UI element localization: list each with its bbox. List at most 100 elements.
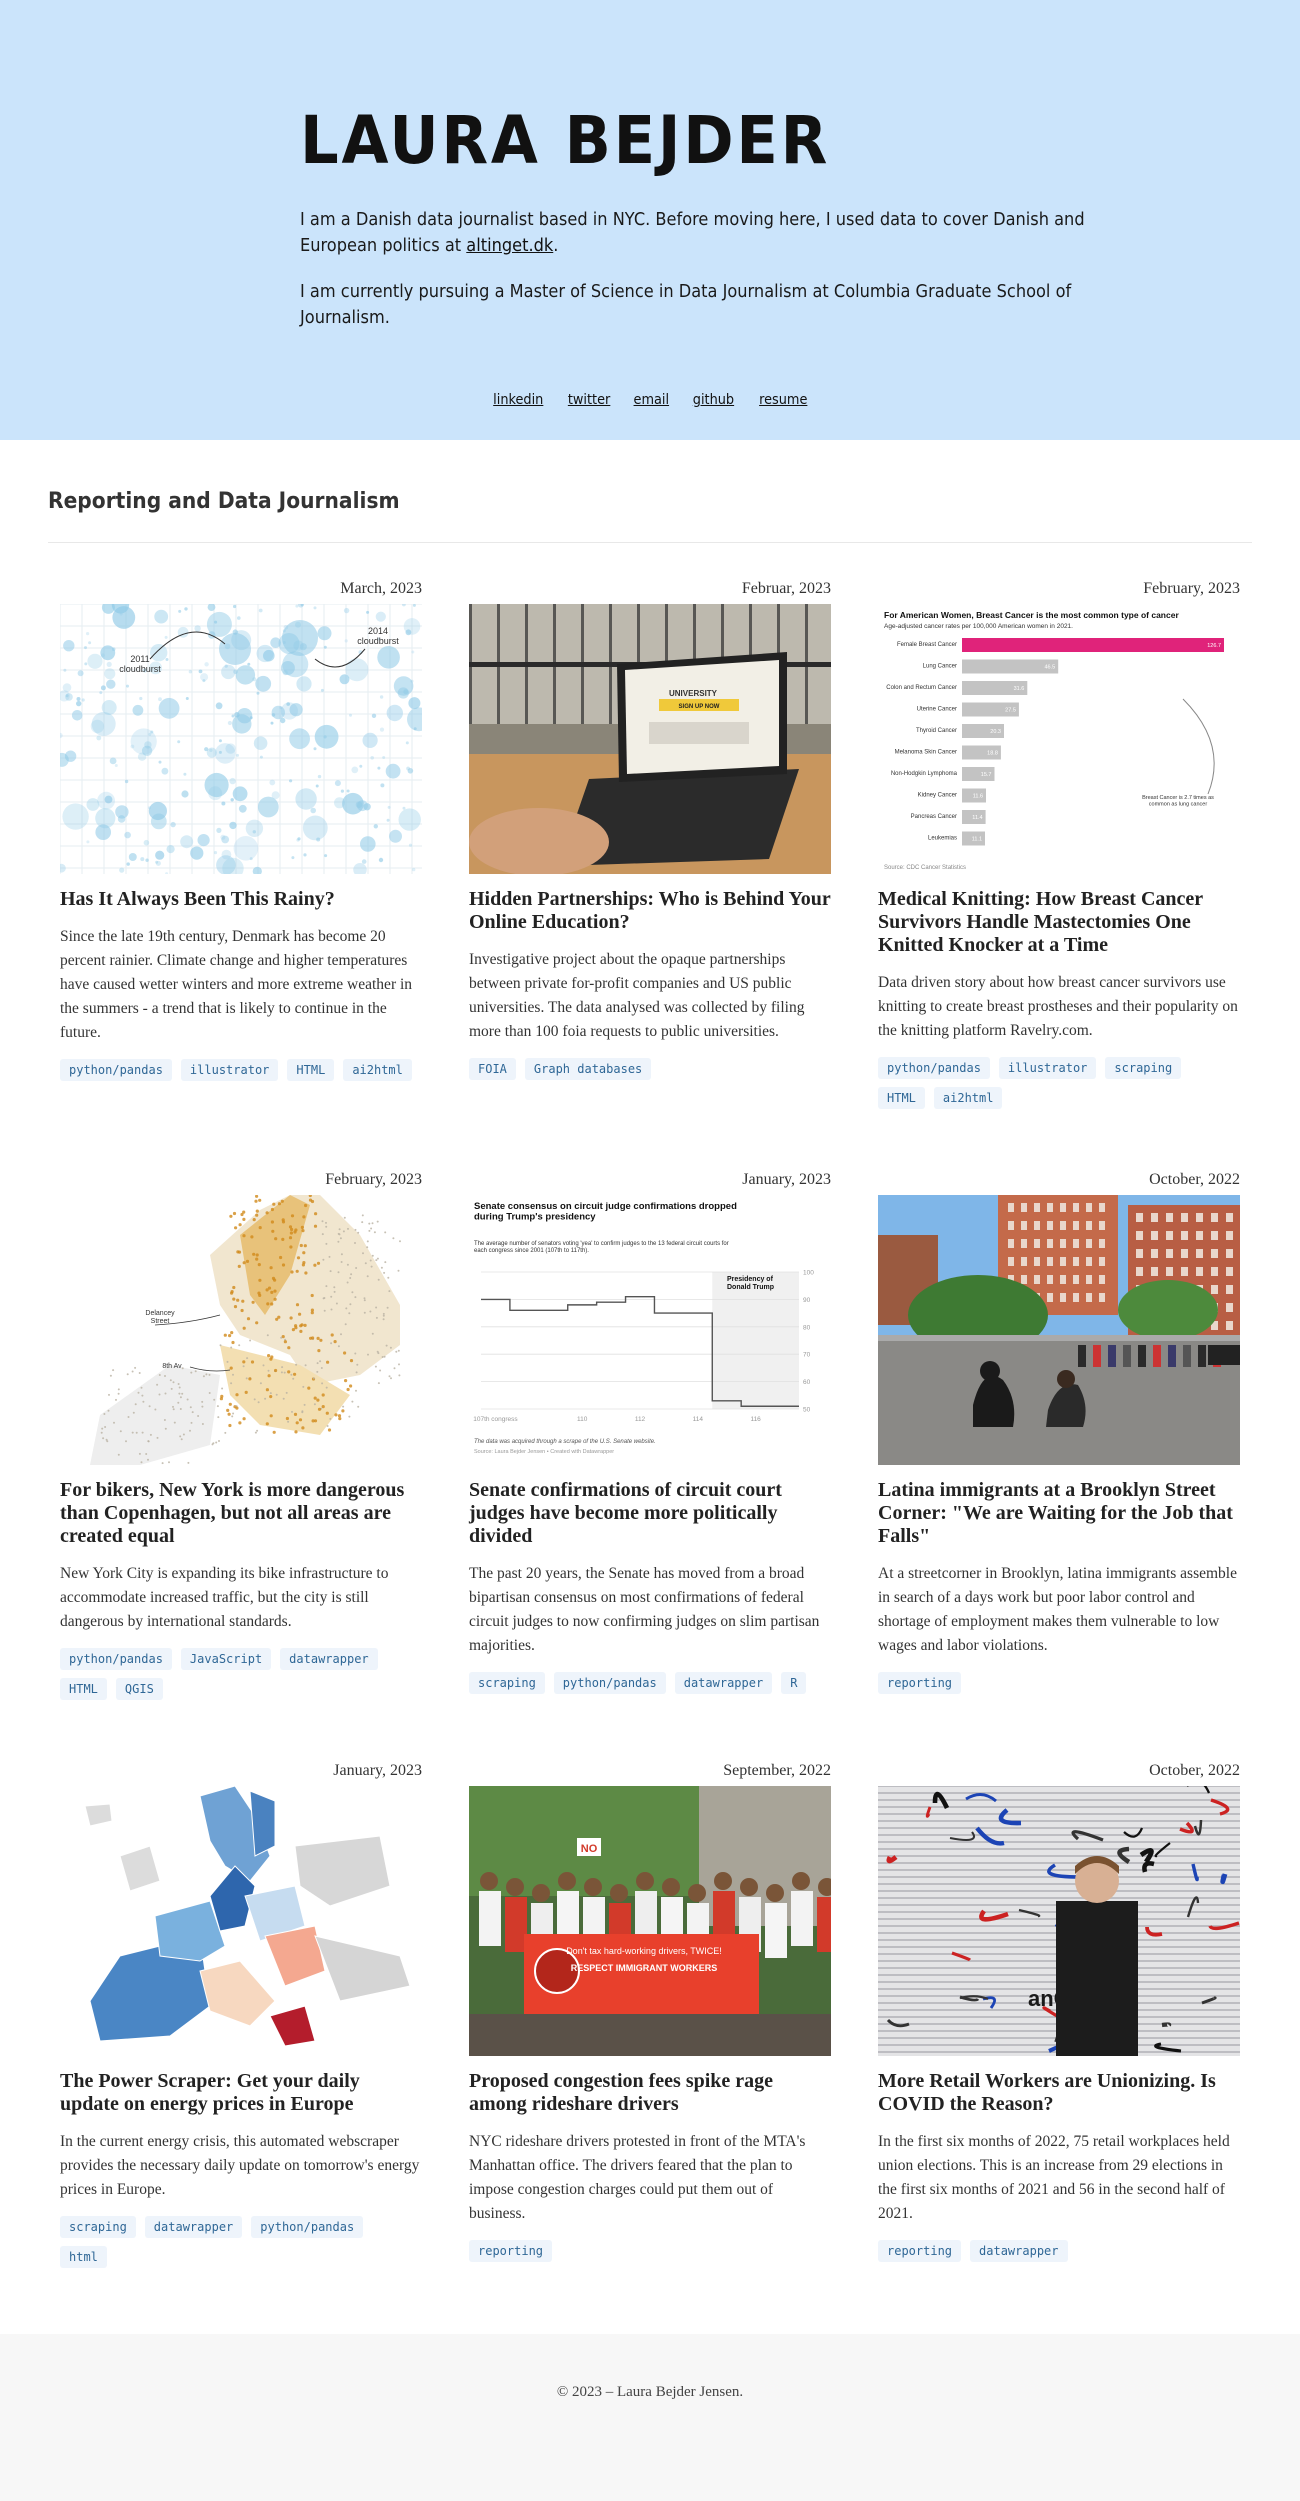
crash-dot <box>313 1263 317 1267</box>
crash-dot <box>294 1430 298 1434</box>
crash-dot <box>267 1369 270 1372</box>
project-card[interactable]: January, 2023 Senate consensus on circui… <box>469 1169 831 1702</box>
crash-dot <box>325 1242 328 1245</box>
linkedin-link[interactable]: linkedin <box>493 392 543 408</box>
email-link[interactable]: email <box>634 392 670 408</box>
crash-dot <box>299 1329 303 1333</box>
rain-bubble <box>296 676 312 692</box>
project-card[interactable]: March, 2023 2011 cloudburst 2014 cloudburst… <box>60 578 422 1089</box>
crash-dot <box>371 1254 374 1257</box>
project-card[interactable]: February, 2023 Delancey Street 8th Av For … <box>60 1169 422 1708</box>
card-thumbnail-graffiti[interactable]: anOnlyChi <box>878 1786 1240 2056</box>
crash-dot <box>294 1324 298 1328</box>
crash-dot <box>369 1259 372 1262</box>
crash-dot <box>257 1263 261 1267</box>
bio-paragraph-2: I am currently pursuing a Master of Scie… <box>300 281 1072 328</box>
crash-dot <box>307 1386 311 1390</box>
crash-dot <box>272 1430 276 1434</box>
crash-dot <box>186 1398 189 1401</box>
card-title[interactable]: Senate confirmations of circuit court ju… <box>469 1479 831 1548</box>
github-link[interactable]: github <box>693 392 734 408</box>
card-title[interactable]: For bikers, New York is more dangerous t… <box>60 1479 422 1548</box>
tag-reporting: reporting <box>878 2240 962 2262</box>
crash-dot <box>290 1373 293 1376</box>
rain-bubble <box>109 757 117 765</box>
card-thumbnail-europe[interactable] <box>60 1786 422 2056</box>
card-title[interactable]: Has It Always Been This Rainy? <box>60 888 422 911</box>
crash-dot <box>347 1227 349 1230</box>
crash-dot <box>215 1441 218 1444</box>
rain-bubble <box>359 764 363 768</box>
crash-dot <box>154 1408 157 1411</box>
card-title[interactable]: Proposed congestion fees spike rage amon… <box>469 2070 831 2116</box>
crash-dot <box>246 1357 249 1360</box>
x-tick-label: 110 <box>577 1416 588 1423</box>
rain-bubble <box>310 807 316 814</box>
rain-bubble <box>87 653 103 669</box>
resume-link[interactable]: resume <box>759 392 807 408</box>
rain-bubble <box>155 850 165 860</box>
card-title[interactable]: Latina immigrants at a Brooklyn Street C… <box>878 1479 1240 1548</box>
twitter-link[interactable]: twitter <box>568 392 610 408</box>
crash-dot <box>333 1340 337 1344</box>
rain-bubble <box>200 673 209 682</box>
card-title[interactable]: More Retail Workers are Unionizing. Is C… <box>878 2070 1240 2116</box>
rain-bubble <box>270 721 274 725</box>
crash-dot <box>277 1202 281 1206</box>
project-card[interactable]: September, 2022 Don't tax hard-working d… <box>469 1760 831 2270</box>
rain-bubble <box>295 604 299 608</box>
rain-bubble <box>413 727 417 731</box>
rain-bubble <box>334 780 341 787</box>
tag-python-pandas: python/pandas <box>553 1672 666 1694</box>
rain-bubble <box>126 862 130 866</box>
crash-dot <box>335 1302 338 1305</box>
tag-ai2html: ai2html <box>933 1087 1003 1109</box>
rain-bubble <box>188 670 193 674</box>
rain-bubble <box>84 646 87 650</box>
card-description: Since the late 19th century, Denmark has… <box>60 928 413 1041</box>
card-thumbnail-rain[interactable]: 2011 cloudburst 2014 cloudburst <box>60 604 422 874</box>
crash-dot <box>338 1233 341 1236</box>
crash-dot <box>340 1333 342 1336</box>
crash-dot <box>371 1332 374 1335</box>
card-thumbnail-laptop[interactable]: UNIVERSITY SIGN UP NOW <box>469 604 831 874</box>
crash-dot <box>266 1302 270 1306</box>
crash-dot <box>229 1214 233 1218</box>
project-card[interactable]: January, 2023 The Power Scraper: Get you… <box>60 1760 422 2276</box>
crash-dot <box>178 1392 181 1395</box>
crash-dot <box>238 1344 241 1347</box>
project-card[interactable]: February, 2023 For American Women, Breas… <box>878 578 1240 1117</box>
rain-bubble <box>178 609 182 613</box>
rain-bubble <box>385 763 401 779</box>
crash-dot <box>275 1317 279 1321</box>
crash-dot <box>325 1221 327 1224</box>
crash-dot <box>383 1271 386 1274</box>
rain-bubble <box>62 803 89 830</box>
chart-annotation: Breast Cancer is 2.7 times as common as l… <box>1142 795 1214 808</box>
project-card[interactable]: October, 2022 anOnlyChi More Retail Work… <box>878 1760 1240 2270</box>
project-card[interactable]: Februar, 2023 UNIVERSITY SIGN UP NOW Hidd… <box>469 578 831 1088</box>
card-thumbnail-bars[interactable]: For American Women, Breast Cancer is the… <box>878 604 1240 874</box>
card-title[interactable]: The Power Scraper: Get your daily update… <box>60 2070 422 2116</box>
rain-bubble <box>313 747 317 751</box>
crash-dot <box>303 1244 307 1248</box>
card-tags: python/pandas JavaScript datawrapper HTML QG… <box>60 1648 422 1708</box>
card-thumbnail-protest[interactable]: Don't tax hard-working drivers, TWICE! RE… <box>469 1786 831 2056</box>
copyright-text: © 2023 – Laura Bejder Jensen. <box>556 2384 744 2400</box>
crash-dot <box>257 1401 260 1404</box>
altinget-link[interactable]: altinget.dk <box>466 235 553 256</box>
y-tick-label: 100 <box>803 1270 814 1277</box>
card-title[interactable]: Medical Knitting: How Breast Cancer Surv… <box>878 888 1240 957</box>
crash-dot <box>219 1344 222 1347</box>
crash-dot <box>274 1368 278 1373</box>
project-card[interactable]: October, 2022 Latina immigrants at a Bro… <box>878 1169 1240 1702</box>
rain-bubble <box>76 697 81 701</box>
rain-bubble <box>77 670 84 677</box>
rain-bubble <box>382 756 386 759</box>
card-thumbnail-nycmap[interactable]: Delancey Street 8th Av <box>60 1195 422 1465</box>
crash-dot <box>258 1226 262 1230</box>
crash-dot <box>147 1440 150 1443</box>
card-thumbnail-step[interactable]: Senate consensus on circuit judge confir… <box>469 1195 831 1465</box>
card-title[interactable]: Hidden Partnerships: Who is Behind Your … <box>469 888 831 934</box>
card-thumbnail-street[interactable] <box>878 1195 1240 1465</box>
